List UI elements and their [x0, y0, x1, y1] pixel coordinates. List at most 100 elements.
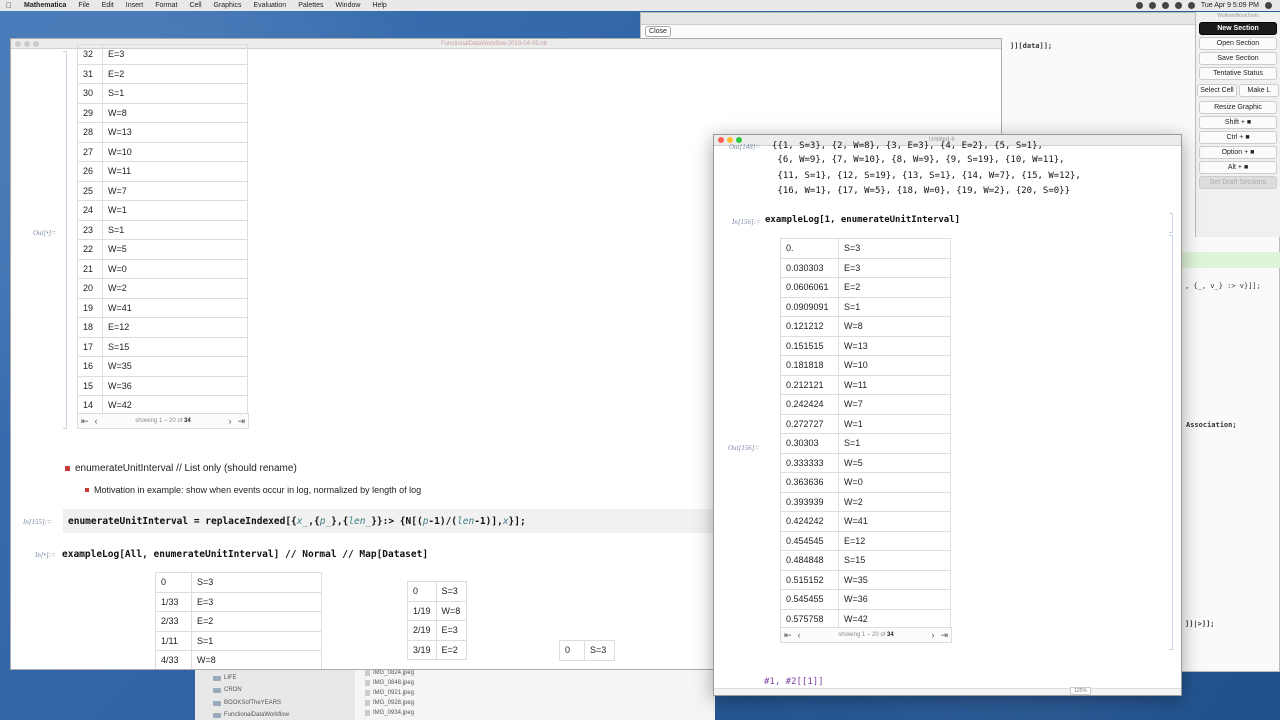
file-item[interactable]: IMG_0848.jpeg [365, 680, 414, 686]
resize-graphic-button[interactable]: Resize Graphic [1199, 101, 1277, 114]
folder-item[interactable]: LIFE [213, 675, 237, 681]
table-row: 2/33 E=2 [155, 611, 322, 632]
spotlight-icon[interactable] [1265, 2, 1272, 9]
menubar-clock[interactable]: Tue Apr 9 5:09 PM [1201, 2, 1259, 9]
row-key: 0 [407, 581, 437, 602]
file-item[interactable]: IMG_0928.jpeg [365, 700, 414, 706]
option-key-button[interactable]: Option + ■ [1199, 146, 1277, 159]
input-cell-bracket[interactable] [1169, 213, 1173, 233]
close-window-icon[interactable] [15, 41, 21, 47]
file-item[interactable]: IMG_0934.jpeg [365, 710, 414, 716]
row-value: E=2 [435, 639, 467, 660]
select-cell-button[interactable]: Select Cell [1197, 84, 1237, 97]
prev-page-icon[interactable]: ‹ [795, 630, 804, 640]
last-page-icon[interactable]: ⇥ [234, 416, 248, 427]
folder-icon [213, 700, 221, 706]
table-row: 0.424242 W=41 [780, 511, 951, 532]
row-key: 0.393939 [780, 491, 839, 512]
folder-item[interactable]: FunctionalDataWorkflow [213, 712, 289, 718]
table-row: 32 E=3 [77, 44, 248, 65]
enumerate-definition-code[interactable]: enumerateUnitInterval = replaceIndexed[{… [68, 516, 526, 527]
row-value: W=10 [102, 141, 248, 162]
table-row: 0 S=3 [407, 581, 467, 602]
file-item[interactable]: IMG_0921.jpeg [365, 690, 414, 696]
table-row: 29 W=8 [77, 102, 248, 123]
cloud-icon[interactable] [1148, 2, 1156, 9]
zoom-window-icon[interactable] [33, 41, 39, 47]
first-page-icon[interactable]: ⇤ [78, 416, 92, 427]
prev-output-line-4: {16, W=1}, {17, W=5}, {18, W=0}, {19, W=… [772, 186, 1071, 196]
untitled-notebook-window[interactable]: Untitled-6 Out[148]= {{1, S=3}, {2, W=8}… [713, 134, 1182, 696]
row-value: W=0 [102, 258, 248, 279]
prev-page-icon[interactable]: ‹ [92, 416, 101, 426]
minimize-window-icon[interactable] [24, 41, 30, 47]
table-row: 26 W=11 [77, 161, 248, 182]
close-window-icon[interactable] [718, 137, 724, 143]
save-section-button[interactable]: Save Section [1199, 52, 1277, 65]
open-section-button[interactable]: Open Section [1199, 37, 1277, 50]
row-key: 1/19 [407, 600, 437, 621]
row-value: W=1 [838, 413, 951, 434]
menu-format[interactable]: Format [149, 2, 183, 9]
row-value: S=3 [191, 572, 322, 593]
row-value: W=2 [838, 491, 951, 512]
folder-icon [213, 687, 221, 693]
menu-cell[interactable]: Cell [183, 2, 207, 9]
apple-icon[interactable]:  [0, 1, 18, 10]
make-button[interactable]: Make L [1239, 84, 1279, 97]
row-value: W=13 [838, 335, 951, 356]
row-value: S=3 [435, 581, 467, 602]
row-key: 4/33 [155, 650, 192, 669]
status-icon[interactable] [1135, 2, 1143, 9]
last-page-icon[interactable]: ⇥ [937, 630, 951, 641]
first-page-icon[interactable]: ⇤ [781, 630, 795, 641]
bullet-icon [85, 488, 89, 492]
menu-edit[interactable]: Edit [96, 2, 120, 9]
zoom-control[interactable]: 125% [1070, 687, 1091, 695]
menu-help[interactable]: Help [366, 2, 392, 9]
row-key: 15 [77, 375, 103, 396]
bottom-code[interactable]: #1, #2[[1]] [764, 677, 824, 687]
table-row: 0.575758 W=42 [780, 608, 951, 629]
menu-evaluation[interactable]: Evaluation [248, 2, 293, 9]
image-file-icon [365, 690, 370, 696]
row-key: 1/33 [155, 591, 192, 612]
folder-item[interactable]: BOOKSofTheYEARS [213, 700, 281, 706]
dataset-pager: ⇤ ‹ showing 1 – 20 of 34 › ⇥ [77, 413, 249, 429]
shift-key-button[interactable]: Shift + ■ [1199, 116, 1277, 129]
output-cell-bracket[interactable] [63, 51, 67, 429]
example-log-code[interactable]: exampleLog[All, enumerateUnitInterval] /… [62, 549, 428, 560]
next-page-icon[interactable]: › [225, 416, 234, 426]
wolfram-book-tools-palette: WolframBookTools New Section Open Sectio… [1195, 12, 1280, 237]
row-key: 32 [77, 44, 103, 65]
mini-table-1: 0 S=3 1/33 E=3 2/33 E=2 1/11 S=1 4/33 W=8 [155, 572, 322, 669]
volume-icon[interactable] [1174, 2, 1182, 9]
menu-app[interactable]: Mathematica [18, 2, 72, 9]
menu-window[interactable]: Window [330, 2, 367, 9]
close-button[interactable]: Close [645, 26, 671, 37]
background-window-titlebar [641, 13, 1279, 25]
folder-item[interactable]: CRON [213, 687, 242, 693]
battery-icon[interactable] [1187, 2, 1195, 9]
row-value: W=1 [102, 200, 248, 221]
tentative-status-button[interactable]: Tentative Status [1199, 67, 1277, 80]
menu-insert[interactable]: Insert [120, 2, 150, 9]
wifi-icon[interactable] [1161, 2, 1169, 9]
alt-key-button[interactable]: Alt + ■ [1199, 161, 1277, 174]
row-value: W=8 [838, 316, 951, 337]
output-cell-bracket[interactable] [1169, 235, 1173, 650]
table-row: 0.151515 W=13 [780, 335, 951, 356]
new-section-button[interactable]: New Section [1199, 22, 1277, 35]
file-item[interactable]: IMG_0824.jpeg [365, 670, 414, 676]
menu-graphics[interactable]: Graphics [208, 2, 248, 9]
menu-file[interactable]: File [72, 2, 95, 9]
next-page-icon[interactable]: › [928, 630, 937, 640]
pager-text: showing 1 – 20 of 34 [838, 632, 894, 638]
ctrl-key-button[interactable]: Ctrl + ■ [1199, 131, 1277, 144]
menu-palettes[interactable]: Palettes [292, 2, 329, 9]
row-key: 0.242424 [780, 394, 839, 415]
row-value: W=2 [102, 278, 248, 299]
example-log-input[interactable]: exampleLog[1, enumerateUnitInterval] [765, 215, 960, 225]
set-draft-sections-button[interactable]: Set Draft Sections [1199, 176, 1277, 189]
finder-window[interactable]: LIFE CRON BOOKSofTheYEARS FunctionalData… [195, 668, 715, 720]
